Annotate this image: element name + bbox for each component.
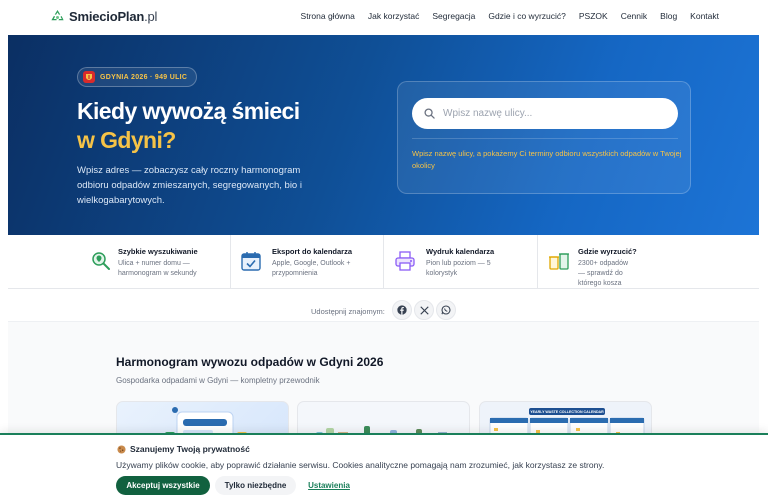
badge-label: GDYNIA 2026 · 949 ULIC bbox=[100, 73, 188, 81]
top-navigation-bar: SmiecioPlan.pl Strona główna Jak korzyst… bbox=[0, 0, 768, 35]
features-strip: Szybkie wyszukiwanie Ulica + numer domu … bbox=[8, 235, 759, 289]
share-bar: Udostępnij znajomym: bbox=[0, 298, 768, 323]
search-divider bbox=[412, 138, 678, 139]
street-search-input[interactable] bbox=[443, 108, 663, 119]
feature-desc: Ulica + numer domu — harmonogram w sekund… bbox=[118, 260, 197, 277]
nav-blog[interactable]: Blog bbox=[660, 11, 677, 21]
nav-where-to-throw[interactable]: Gdzie i co wyrzucić? bbox=[488, 11, 565, 21]
search-hint: Wpisz nazwę ulicy, a pokażemy Ci terminy… bbox=[412, 149, 682, 170]
share-whatsapp-button[interactable] bbox=[436, 300, 456, 320]
feature-title: Szybkie wyszukiwanie bbox=[118, 247, 198, 256]
feature-desc: Apple, Google, Outlook + przypomnienia bbox=[272, 260, 351, 277]
nav-how-to-use[interactable]: Jak korzystać bbox=[368, 11, 420, 21]
section-title: Harmonogram wywozu odpadów w Gdyni 2026 bbox=[116, 355, 384, 369]
nav-pszok[interactable]: PSZOK bbox=[579, 11, 608, 21]
hero-title: Kiedy wywożą śmieci w Gdyni? bbox=[77, 97, 300, 155]
feature-title: Gdzie wyrzucić? bbox=[578, 247, 637, 256]
city-badge: GDYNIA 2026 · 949 ULIC bbox=[77, 67, 198, 87]
search-card: Wpisz nazwę ulicy, a pokażemy Ci terminy… bbox=[397, 81, 691, 194]
bins-icon bbox=[549, 253, 569, 270]
share-facebook-button[interactable] bbox=[392, 300, 412, 320]
feature-divider bbox=[537, 235, 538, 289]
necessary-only-button[interactable]: Tylko niezbędne bbox=[215, 476, 296, 495]
street-search-box[interactable] bbox=[412, 98, 678, 129]
site-logo[interactable]: SmiecioPlan.pl bbox=[50, 9, 157, 24]
x-icon bbox=[419, 305, 429, 315]
share-x-button[interactable] bbox=[414, 300, 434, 320]
cookie-title-text: Szanujemy Twoją prywatność bbox=[130, 444, 250, 454]
cookie-settings-button[interactable]: Ustawienia bbox=[300, 476, 358, 495]
feature-divider bbox=[383, 235, 384, 289]
cookie-title: Szanujemy Twoją prywatność bbox=[117, 444, 250, 454]
feature-desc: Pion lub poziom — 5 kolorystyk bbox=[426, 260, 491, 277]
logo-text: SmiecioPlan.pl bbox=[69, 9, 158, 24]
hero-description: Wpisz adres — zobaczysz cały roczny harm… bbox=[77, 165, 302, 206]
feature-title: Wydruk kalendarza bbox=[426, 247, 495, 256]
nav-contact[interactable]: Kontakt bbox=[690, 11, 719, 21]
calendar-banner: YEARLY WASTE COLLECTION CALENDAR bbox=[529, 408, 605, 415]
printer-icon bbox=[395, 251, 415, 271]
cookie-consent-bar: Szanujemy Twoją prywatność Używamy plikó… bbox=[0, 433, 768, 502]
feature-title: Eksport do kalendarza bbox=[272, 247, 353, 256]
facebook-icon bbox=[397, 305, 407, 315]
cookie-icon bbox=[117, 444, 126, 454]
main-nav: Strona główna Jak korzystać Segregacja G… bbox=[301, 11, 719, 21]
feature-desc: 2300+ odpadów — sprawdź do którego kosza bbox=[578, 260, 629, 287]
hero-title-line1: Kiedy wywożą śmieci bbox=[77, 98, 300, 124]
search-icon bbox=[424, 108, 435, 119]
nav-segregation[interactable]: Segregacja bbox=[432, 11, 475, 21]
nav-pricing[interactable]: Cennik bbox=[621, 11, 647, 21]
section-subtitle: Gospodarka odpadami w Gdyni — kompletny … bbox=[116, 376, 320, 385]
share-label: Udostępnij znajomym: bbox=[311, 307, 385, 316]
hero-title-line2: w Gdyni? bbox=[77, 127, 176, 153]
recycle-logo-icon bbox=[51, 9, 64, 21]
accept-all-button[interactable]: Akceptuj wszystkie bbox=[116, 476, 210, 495]
nav-home[interactable]: Strona główna bbox=[301, 11, 355, 21]
search-pin-icon bbox=[92, 252, 110, 270]
feature-divider bbox=[230, 235, 231, 289]
calendar-icon bbox=[241, 252, 261, 271]
cookie-description: Używamy plików cookie, aby poprawić dzia… bbox=[116, 460, 605, 470]
hero-section: GDYNIA 2026 · 949 ULIC Kiedy wywożą śmie… bbox=[8, 35, 759, 235]
gdynia-crest-icon bbox=[83, 71, 95, 83]
whatsapp-icon bbox=[441, 305, 451, 315]
